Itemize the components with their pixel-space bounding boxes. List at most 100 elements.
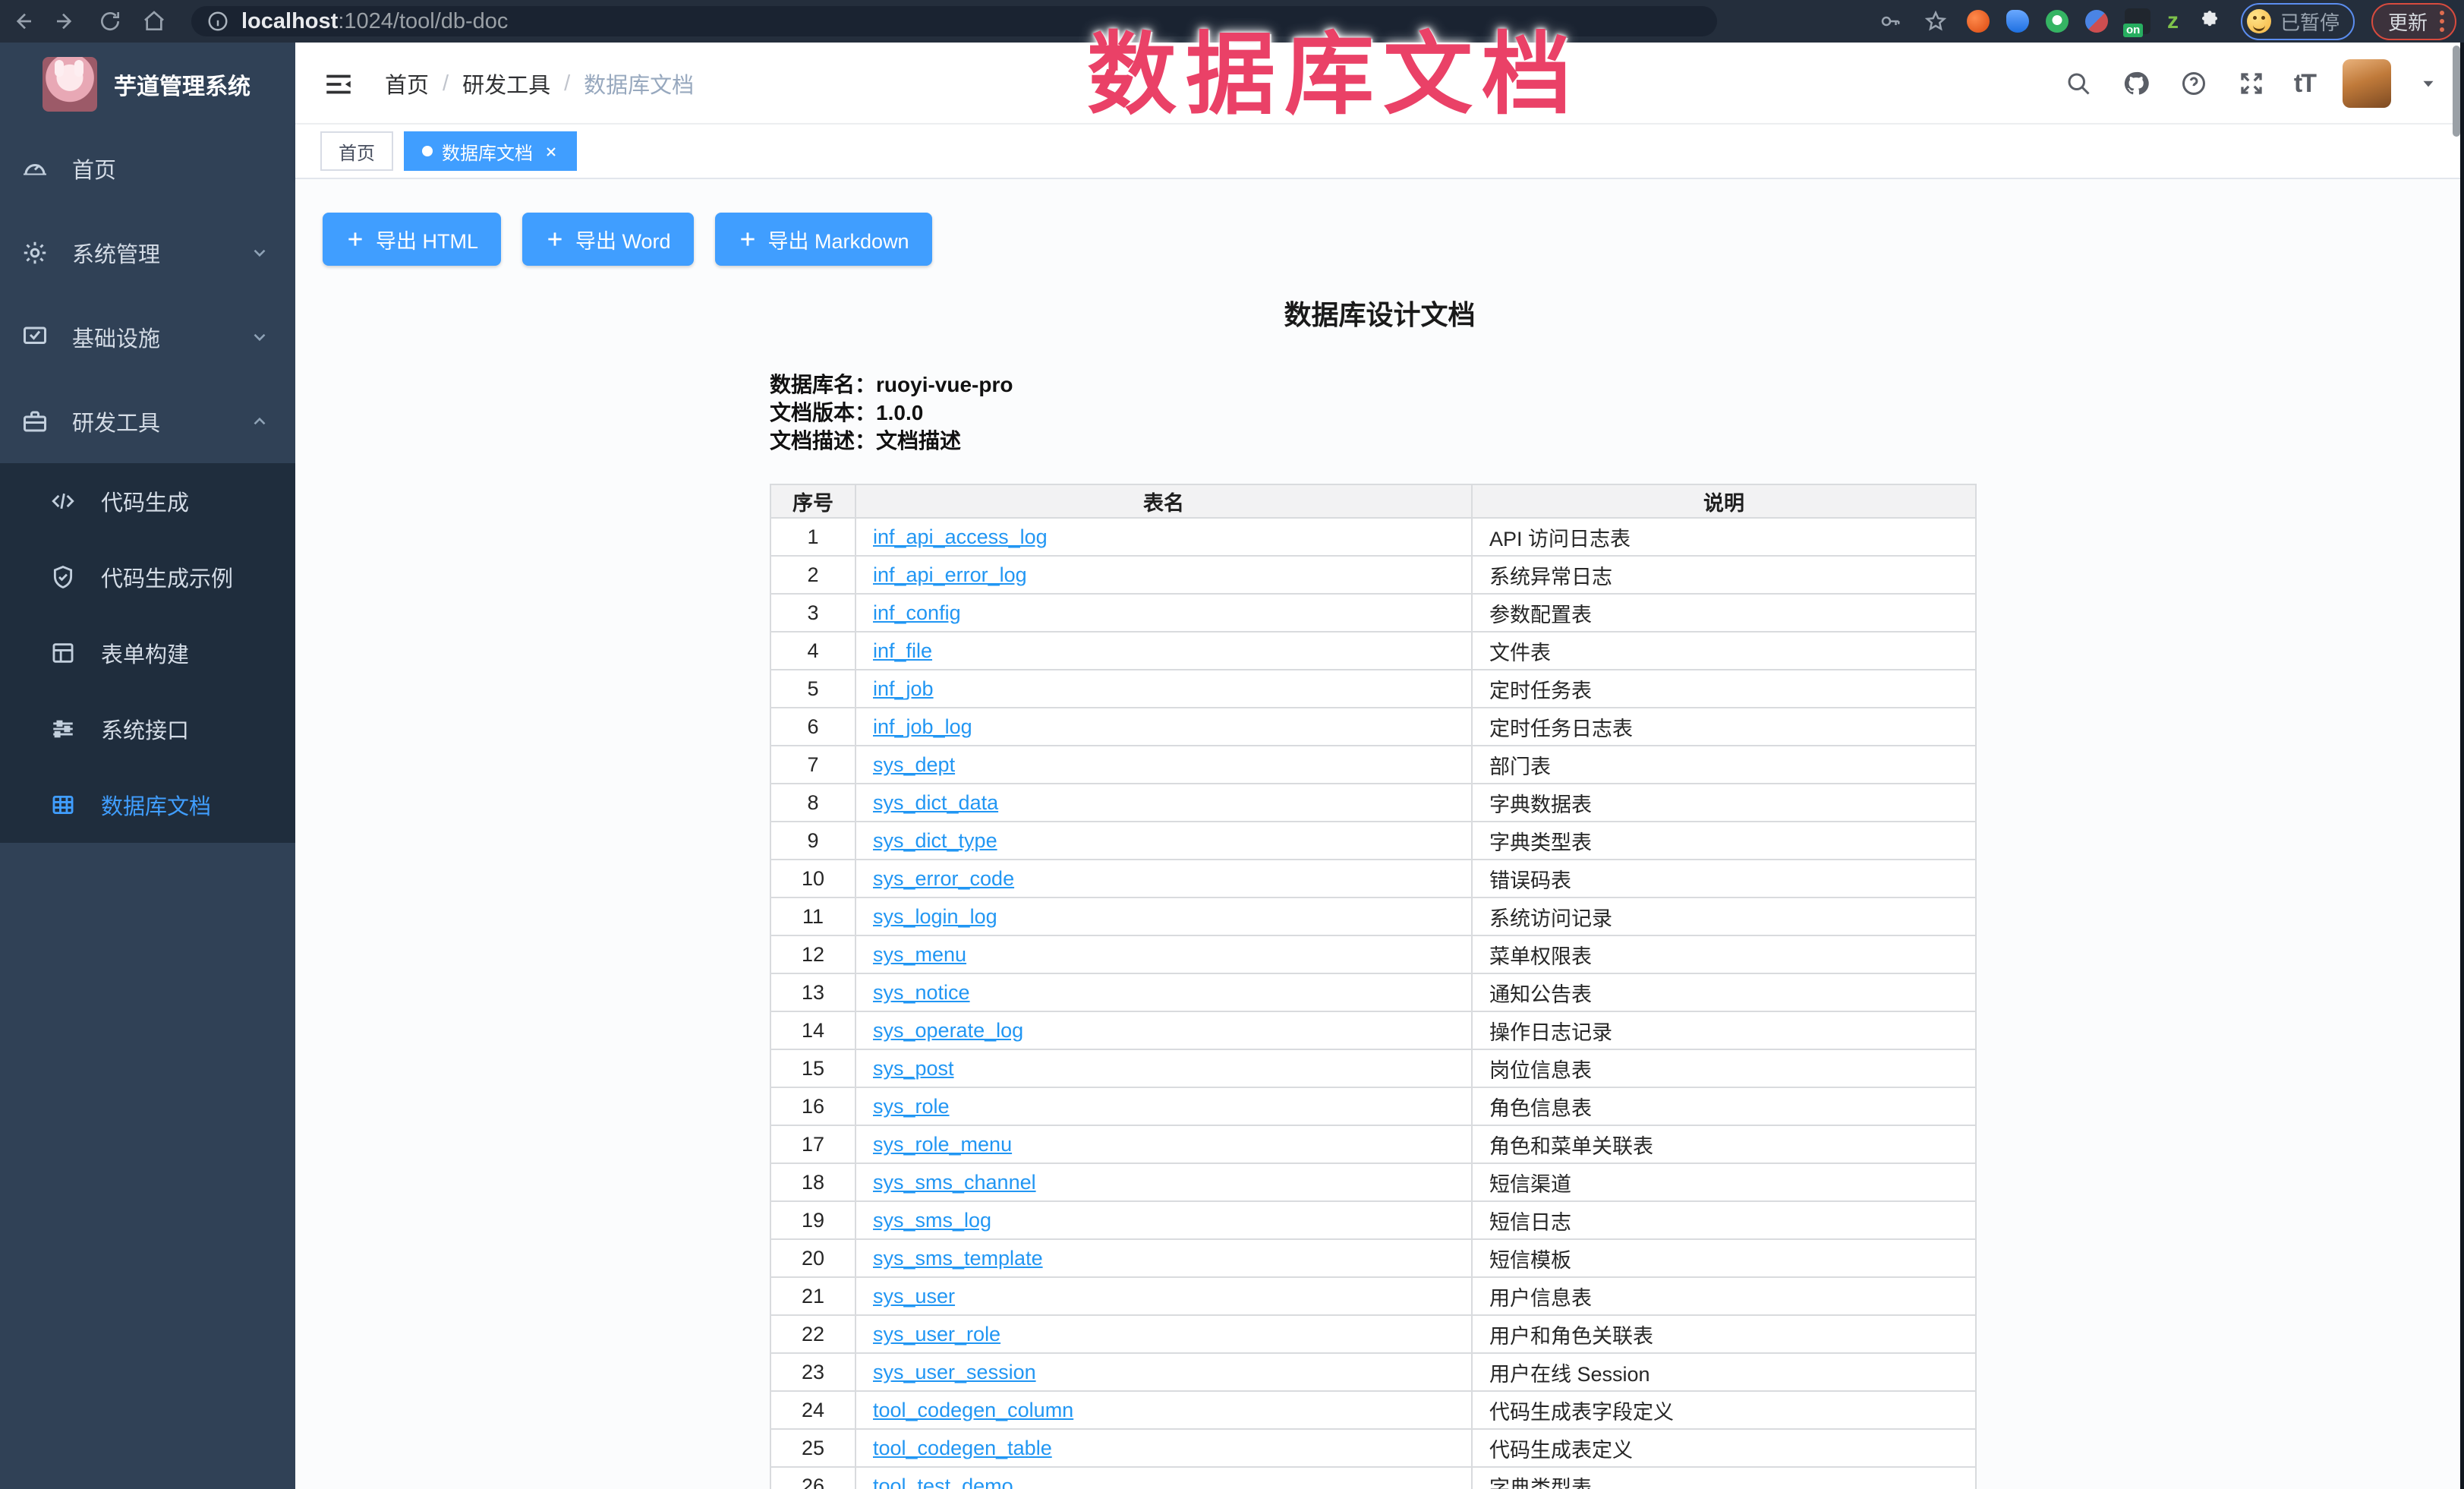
table-link[interactable]: tool_codegen_table bbox=[873, 1437, 1052, 1459]
table-icon bbox=[50, 792, 76, 818]
table-link[interactable]: sys_user_session bbox=[873, 1361, 1036, 1383]
devtools-submenu: 代码生成 代码生成示例 表单构建 系统接口 数据库文档 bbox=[0, 463, 295, 843]
url-host: localhost bbox=[241, 9, 338, 34]
table-link[interactable]: sys_dict_type bbox=[873, 829, 997, 852]
table-link[interactable]: sys_sms_template bbox=[873, 1247, 1043, 1270]
table-link[interactable]: sys_role bbox=[873, 1095, 950, 1118]
fullscreen-icon[interactable] bbox=[2236, 68, 2267, 99]
font-size-icon[interactable]: tT bbox=[2294, 69, 2315, 99]
sidebar-item-api[interactable]: 系统接口 bbox=[0, 691, 295, 767]
key-icon[interactable] bbox=[1876, 7, 1905, 36]
app-title: 芋道管理系统 bbox=[114, 68, 250, 101]
table-link[interactable]: sys_sms_log bbox=[873, 1209, 991, 1232]
table-link[interactable]: sys_menu bbox=[873, 943, 966, 966]
app-logo[interactable]: 芋道管理系统 bbox=[0, 43, 295, 126]
col-header-desc: 说明 bbox=[1472, 484, 1976, 518]
sidebar-item-system[interactable]: 系统管理 bbox=[0, 210, 295, 295]
github-icon[interactable] bbox=[2121, 68, 2151, 99]
table-link[interactable]: sys_sms_channel bbox=[873, 1171, 1036, 1194]
sidebar-item-infra[interactable]: 基础设施 bbox=[0, 295, 295, 379]
table-link[interactable]: sys_error_code bbox=[873, 867, 1014, 890]
table-link[interactable]: inf_api_access_log bbox=[873, 525, 1048, 548]
close-icon[interactable] bbox=[544, 144, 559, 159]
export-toolbar: 导出 HTML 导出 Word 导出 Markdown bbox=[323, 213, 932, 266]
table-row: 23 sys_user_session 用户在线 Session bbox=[770, 1353, 1976, 1391]
collapse-sidebar-icon[interactable] bbox=[323, 68, 354, 99]
col-header-name: 表名 bbox=[855, 484, 1472, 518]
content: 导出 HTML 导出 Word 导出 Markdown 数据库设计文档 数据库名… bbox=[295, 179, 2464, 1489]
sidebar-item-db-doc[interactable]: 数据库文档 bbox=[0, 767, 295, 843]
export-markdown-button[interactable]: 导出 Markdown bbox=[715, 213, 932, 266]
table-link[interactable]: sys_login_log bbox=[873, 905, 997, 928]
table-row: 18 sys_sms_channel 短信渠道 bbox=[770, 1163, 1976, 1201]
table-link[interactable]: sys_dept bbox=[873, 753, 955, 776]
home-icon[interactable] bbox=[132, 0, 176, 43]
code-icon bbox=[50, 488, 76, 514]
export-html-button[interactable]: 导出 HTML bbox=[323, 213, 501, 266]
monitor-icon bbox=[21, 323, 49, 351]
sidebar-item-devtools[interactable]: 研发工具 bbox=[0, 379, 295, 463]
table-row: 11 sys_login_log 系统访问记录 bbox=[770, 898, 1976, 935]
browser-menu-icon[interactable] bbox=[2440, 11, 2444, 32]
document-title: 数据库设计文档 bbox=[295, 293, 2464, 333]
smiley-icon bbox=[2247, 9, 2271, 33]
db-name-line: 数据库名：ruoyi-vue-pro bbox=[770, 371, 1013, 399]
gear-icon bbox=[21, 239, 49, 267]
export-word-button[interactable]: 导出 Word bbox=[522, 213, 694, 266]
table-link[interactable]: inf_job bbox=[873, 677, 934, 700]
table-link[interactable]: inf_config bbox=[873, 601, 961, 624]
extension-icon-vue[interactable] bbox=[2046, 10, 2069, 33]
update-button[interactable]: 更新 bbox=[2371, 3, 2456, 40]
table-link[interactable]: inf_job_log bbox=[873, 715, 972, 738]
sidebar-item-home[interactable]: 首页 bbox=[0, 126, 295, 210]
table-link[interactable]: sys_dict_data bbox=[873, 791, 998, 814]
avatar[interactable] bbox=[2343, 59, 2391, 108]
tab-home[interactable]: 首页 bbox=[320, 131, 393, 171]
table-link[interactable]: tool_codegen_column bbox=[873, 1399, 1073, 1421]
scrollbar-thumb[interactable] bbox=[2453, 46, 2460, 137]
help-icon[interactable] bbox=[2179, 68, 2209, 99]
tables-index: 序号 表名 说明 1 inf_api_access_log API 访问日志表 bbox=[770, 484, 1977, 1489]
table-link[interactable]: sys_user_role bbox=[873, 1323, 1000, 1345]
extension-icon-blue[interactable] bbox=[2006, 10, 2029, 33]
table-link[interactable]: sys_role_menu bbox=[873, 1133, 1012, 1156]
plus-icon bbox=[345, 229, 365, 249]
back-icon[interactable] bbox=[0, 0, 44, 43]
sidebar-item-codegen-demo[interactable]: 代码生成示例 bbox=[0, 539, 295, 615]
table-link[interactable]: sys_operate_log bbox=[873, 1019, 1023, 1042]
table-row: 2 inf_api_error_log 系统异常日志 bbox=[770, 556, 1976, 594]
table-link[interactable]: tool_test_demo bbox=[873, 1475, 1013, 1489]
window-edge bbox=[2460, 43, 2464, 1489]
sliders-icon bbox=[50, 716, 76, 742]
extension-icon-z[interactable]: z bbox=[2167, 8, 2179, 34]
table-row: 20 sys_sms_template 短信模板 bbox=[770, 1239, 1976, 1277]
extension-icon-orange[interactable] bbox=[1967, 10, 1990, 33]
site-info-icon[interactable] bbox=[206, 10, 229, 33]
sidebar-item-form-builder[interactable]: 表单构建 bbox=[0, 615, 295, 691]
search-icon[interactable] bbox=[2063, 68, 2094, 99]
table-row: 22 sys_user_role 用户和角色关联表 bbox=[770, 1315, 1976, 1353]
table-row: 5 inf_job 定时任务表 bbox=[770, 670, 1976, 708]
reload-icon[interactable] bbox=[88, 0, 132, 43]
table-link[interactable]: inf_api_error_log bbox=[873, 563, 1027, 586]
table-link[interactable]: sys_user bbox=[873, 1285, 955, 1308]
table-link[interactable]: sys_notice bbox=[873, 981, 970, 1004]
forward-icon[interactable] bbox=[44, 0, 88, 43]
breadcrumb-home[interactable]: 首页 bbox=[385, 68, 429, 99]
doc-version-line: 文档版本：1.0.0 bbox=[770, 399, 1013, 427]
table-link[interactable]: inf_file bbox=[873, 639, 932, 662]
table-row: 1 inf_api_access_log API 访问日志表 bbox=[770, 518, 1976, 556]
breadcrumb-devtools[interactable]: 研发工具 bbox=[462, 68, 550, 99]
extension-icon-dots[interactable] bbox=[2085, 10, 2108, 33]
table-row: 25 tool_codegen_table 代码生成表定义 bbox=[770, 1429, 1976, 1467]
table-row: 6 inf_job_log 定时任务日志表 bbox=[770, 708, 1976, 746]
sidebar-item-codegen[interactable]: 代码生成 bbox=[0, 463, 295, 539]
tab-db-doc[interactable]: 数据库文档 bbox=[404, 131, 577, 171]
paused-badge[interactable]: 已暂停 bbox=[2241, 3, 2355, 40]
caret-down-icon[interactable] bbox=[2418, 74, 2438, 93]
bookmark-star-icon[interactable] bbox=[1921, 7, 1950, 36]
table-link[interactable]: sys_post bbox=[873, 1057, 954, 1080]
table-row: 12 sys_menu 菜单权限表 bbox=[770, 935, 1976, 973]
extension-icon-switch[interactable]: on bbox=[2125, 8, 2150, 34]
extensions-puzzle-icon[interactable] bbox=[2195, 7, 2224, 36]
